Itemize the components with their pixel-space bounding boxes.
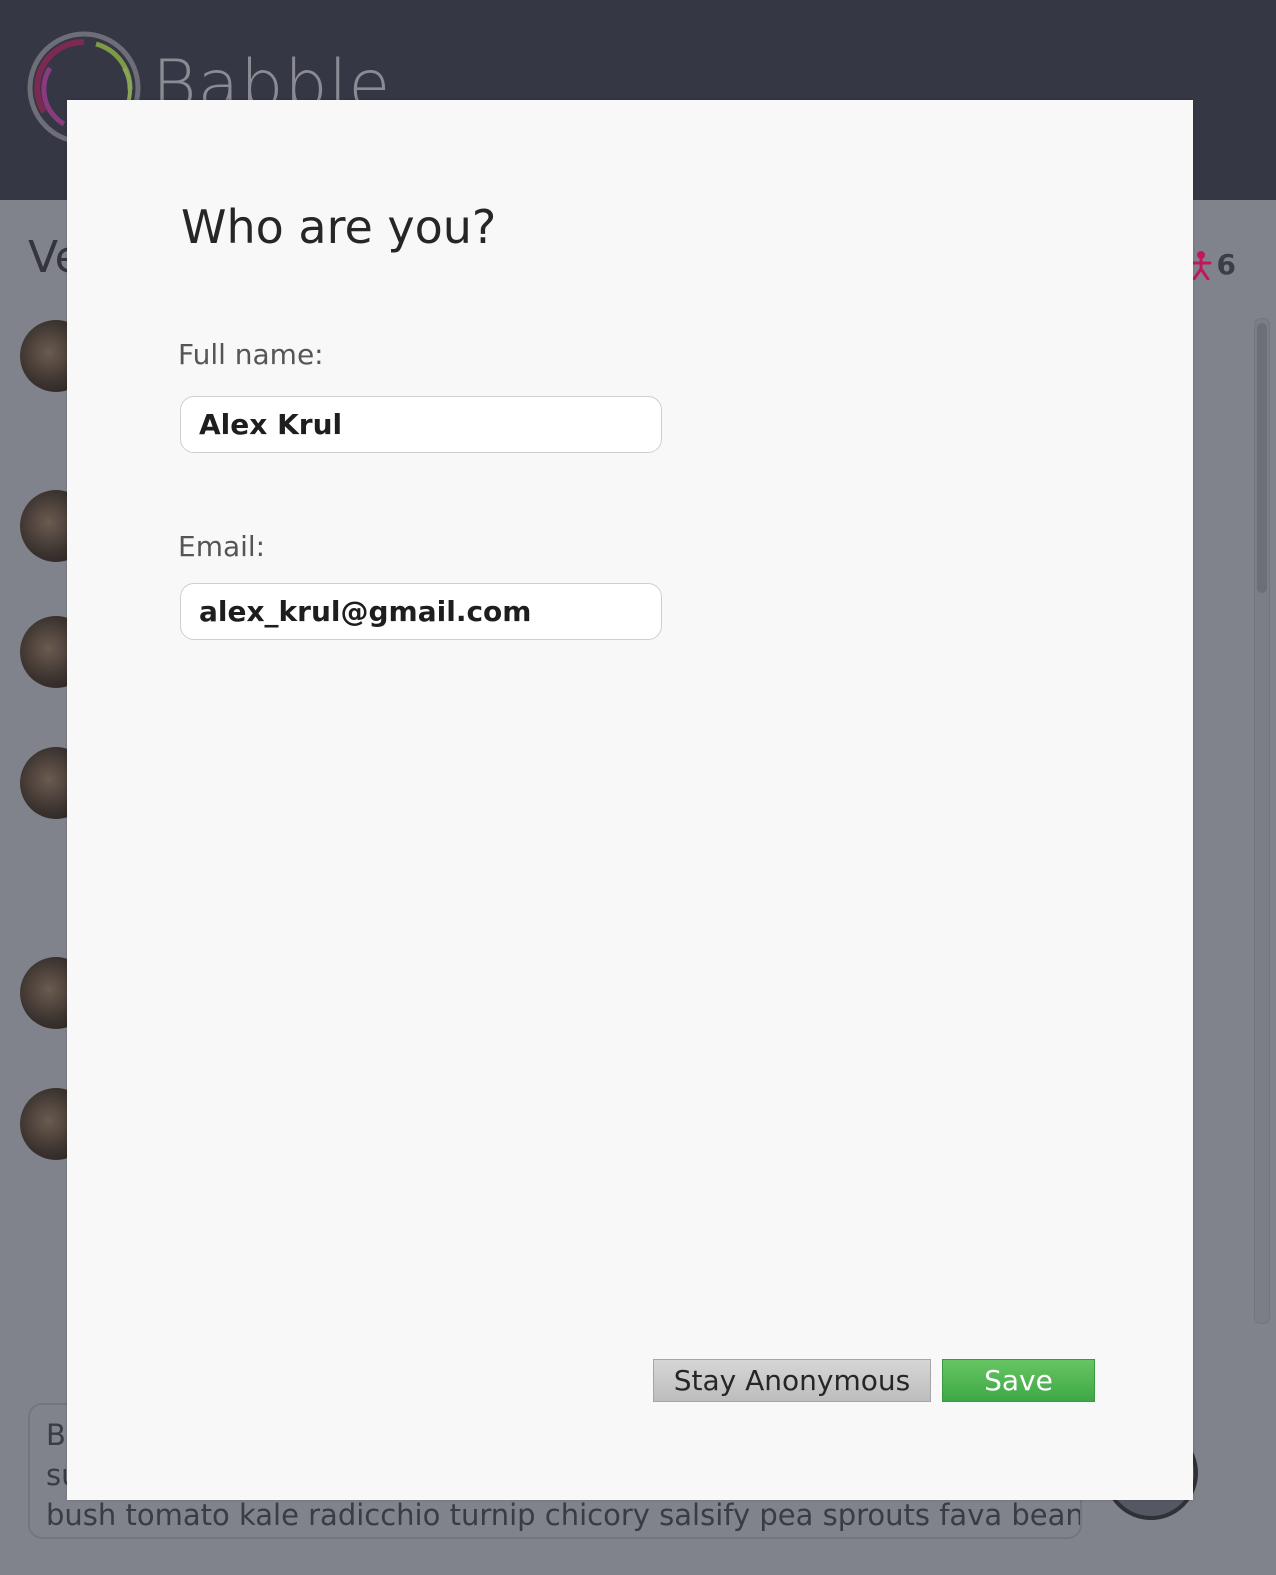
identity-dialog: Who are you? Full name: Email: Stay Anon… xyxy=(67,100,1193,1500)
save-button[interactable]: Save xyxy=(942,1359,1095,1402)
email-input[interactable] xyxy=(180,583,662,640)
message-scrollbar[interactable] xyxy=(1254,318,1270,1324)
email-label: Email: xyxy=(178,530,266,563)
user-count-value: 6 xyxy=(1216,248,1236,281)
online-user-count[interactable]: 6 xyxy=(1189,248,1236,281)
scrollbar-thumb[interactable] xyxy=(1257,323,1267,593)
dialog-title: Who are you? xyxy=(181,200,497,254)
full-name-input[interactable] xyxy=(180,396,662,453)
stay-anonymous-button[interactable]: Stay Anonymous xyxy=(653,1359,931,1402)
composer-line: bush tomato kale radicchio turnip chicor… xyxy=(46,1498,1082,1532)
full-name-label: Full name: xyxy=(178,338,324,371)
